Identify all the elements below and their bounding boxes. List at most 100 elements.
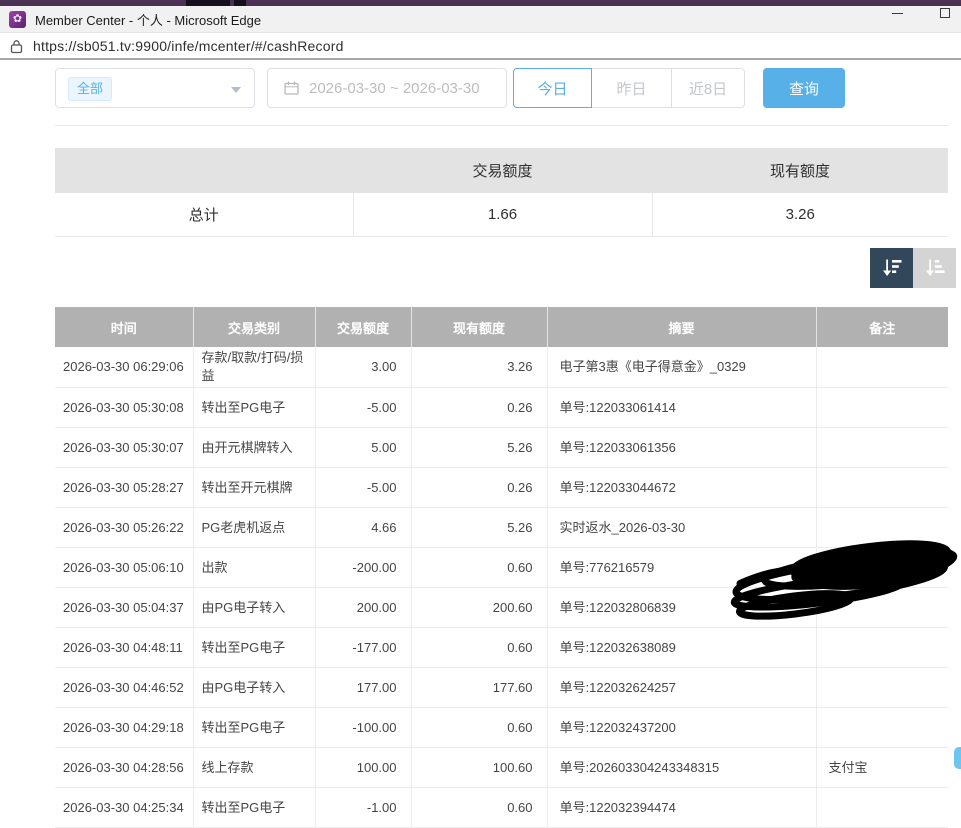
header-transaction-amount: 交易额度 [315,307,411,347]
table-cell: PG老虎机返点 [193,508,315,548]
table-cell: 4.66 [315,508,411,548]
table-cell: -5.00 [315,468,411,508]
selected-type-tag[interactable]: 全部 [68,77,112,101]
table-row: 2026-03-30 04:46:52由PG电子转入177.00177.60单号… [55,668,948,708]
search-button[interactable]: 查询 [763,68,845,108]
table-cell: -177.00 [315,628,411,668]
table-row: 2026-03-30 05:30:07由开元棋牌转入5.005.26单号:122… [55,428,948,468]
cash-record-table: 时间 交易类别 交易额度 现有额度 摘要 备注 2026-03-30 06:29… [55,307,948,828]
table-cell: 5.26 [411,428,547,468]
table-cell: 转出至PG电子 [193,708,315,748]
table-cell: 2026-03-30 04:29:18 [55,708,193,748]
table-cell: 0.60 [411,788,547,828]
summary-header-transaction-amount: 交易额度 [353,148,652,193]
table-cell: 5.26 [411,508,547,548]
clipped-floating-widget[interactable] [954,747,961,769]
table-cell: -5.00 [315,388,411,428]
table-cell: 3.00 [315,347,411,388]
table-cell: 电子第3惠《电子得意金》_0329 [547,347,816,388]
table-row: 2026-03-30 04:29:18转出至PG电子-100.000.60单号:… [55,708,948,748]
table-cell: 100.60 [411,748,547,788]
table-cell: 单号:122032806839 [547,588,816,628]
table-cell: 0.60 [411,628,547,668]
table-cell: 转出至PG电子 [193,388,315,428]
summary-header-row: 交易额度 现有额度 [55,148,948,193]
table-cell: 支付宝 [816,748,948,788]
table-cell: 2026-03-30 04:48:11 [55,628,193,668]
table-header-row: 时间 交易类别 交易额度 现有额度 摘要 备注 [55,307,948,347]
table-cell [816,788,948,828]
minimize-icon [892,13,903,14]
table-cell: 2026-03-30 05:30:08 [55,388,193,428]
table-row: 2026-03-30 05:28:27转出至开元棋牌-5.000.26单号:12… [55,468,948,508]
table-cell: 单号:122032437200 [547,708,816,748]
table-cell: 2026-03-30 05:04:37 [55,588,193,628]
table-cell: 单号:122032638089 [547,628,816,668]
table-cell: 由PG电子转入 [193,668,315,708]
minimize-button[interactable] [876,0,918,26]
table-cell: 单号:122032394474 [547,788,816,828]
table-cell: 线上存款 [193,748,315,788]
header-remark: 备注 [816,307,948,347]
table-cell: 单号:122033061356 [547,428,816,468]
table-cell: 200.60 [411,588,547,628]
table-cell: 2026-03-30 05:06:10 [55,548,193,588]
table-cell: -1.00 [315,788,411,828]
sort-descending-icon [880,257,904,279]
summary-total-label: 总计 [55,193,353,236]
quick-date-button-group: 今日 昨日 近8日 [513,68,745,108]
table-cell: 转出至开元棋牌 [193,468,315,508]
header-time: 时间 [55,307,193,347]
table-cell: 单号:122033044672 [547,468,816,508]
table-cell: 0.26 [411,388,547,428]
table-cell: 0.26 [411,468,547,508]
sort-controls [870,248,956,288]
table-cell: 0.60 [411,708,547,748]
table-row: 2026-03-30 05:04:37由PG电子转入200.00200.60单号… [55,588,948,628]
table-cell: 转出至PG电子 [193,788,315,828]
window-title: Member Center - 个人 - Microsoft Edge [35,10,261,29]
sort-descending-button[interactable] [870,248,913,288]
table-row: 2026-03-30 04:25:34转出至PG电子-1.000.60单号:12… [55,788,948,828]
table-cell: 单号:122033061414 [547,388,816,428]
table-cell [816,668,948,708]
address-bar[interactable]: https://sb051.tv:9900/infe/mcenter/#/cas… [0,34,961,60]
summary-header-empty [55,148,353,193]
table-cell: 2026-03-30 05:26:22 [55,508,193,548]
header-summary: 摘要 [547,307,816,347]
maximize-icon [940,8,950,18]
date-range-picker[interactable]: 2026-03-30 ~ 2026-03-30 [267,68,507,108]
table-cell: 2026-03-30 04:25:34 [55,788,193,828]
summary-table: 交易额度 现有额度 总计 1.66 3.26 [55,148,948,237]
table-cell [816,508,948,548]
summary-total-row: 总计 1.66 3.26 [55,193,948,236]
sort-ascending-button[interactable] [913,248,956,288]
table-cell: 5.00 [315,428,411,468]
maximize-button[interactable] [924,0,961,26]
table-cell: 由开元棋牌转入 [193,428,315,468]
table-row: 2026-03-30 05:30:08转出至PG电子-5.000.26单号:12… [55,388,948,428]
table-row: 2026-03-30 04:48:11转出至PG电子-177.000.60单号:… [55,628,948,668]
summary-current-amount: 3.26 [652,193,948,236]
site-favicon-icon: ✿ [9,11,26,28]
table-cell: 200.00 [315,588,411,628]
transaction-type-select[interactable]: 全部 [55,68,255,108]
today-button[interactable]: 今日 [513,68,592,108]
table-cell: 2026-03-30 04:28:56 [55,748,193,788]
yesterday-button[interactable]: 昨日 [592,68,672,108]
table-cell: 2026-03-30 06:29:06 [55,347,193,388]
section-divider [55,125,948,126]
table-cell: 0.60 [411,548,547,588]
summary-header-current-amount: 现有额度 [652,148,948,193]
last-8-days-button[interactable]: 近8日 [672,68,745,108]
table-row: 2026-03-30 04:28:56线上存款100.00100.60单号:20… [55,748,948,788]
table-body: 2026-03-30 06:29:06存款/取款/打码/损益3.003.26电子… [55,347,948,828]
table-cell: 转出至PG电子 [193,628,315,668]
browser-titlebar: ✿ Member Center - 个人 - Microsoft Edge [0,6,961,33]
table-cell [816,708,948,748]
sort-ascending-icon [923,257,947,279]
table-cell: 3.26 [411,347,547,388]
table-cell [816,388,948,428]
table-row: 2026-03-30 05:06:10出款-200.000.60单号:77621… [55,548,948,588]
table-cell: 单号:122032624257 [547,668,816,708]
